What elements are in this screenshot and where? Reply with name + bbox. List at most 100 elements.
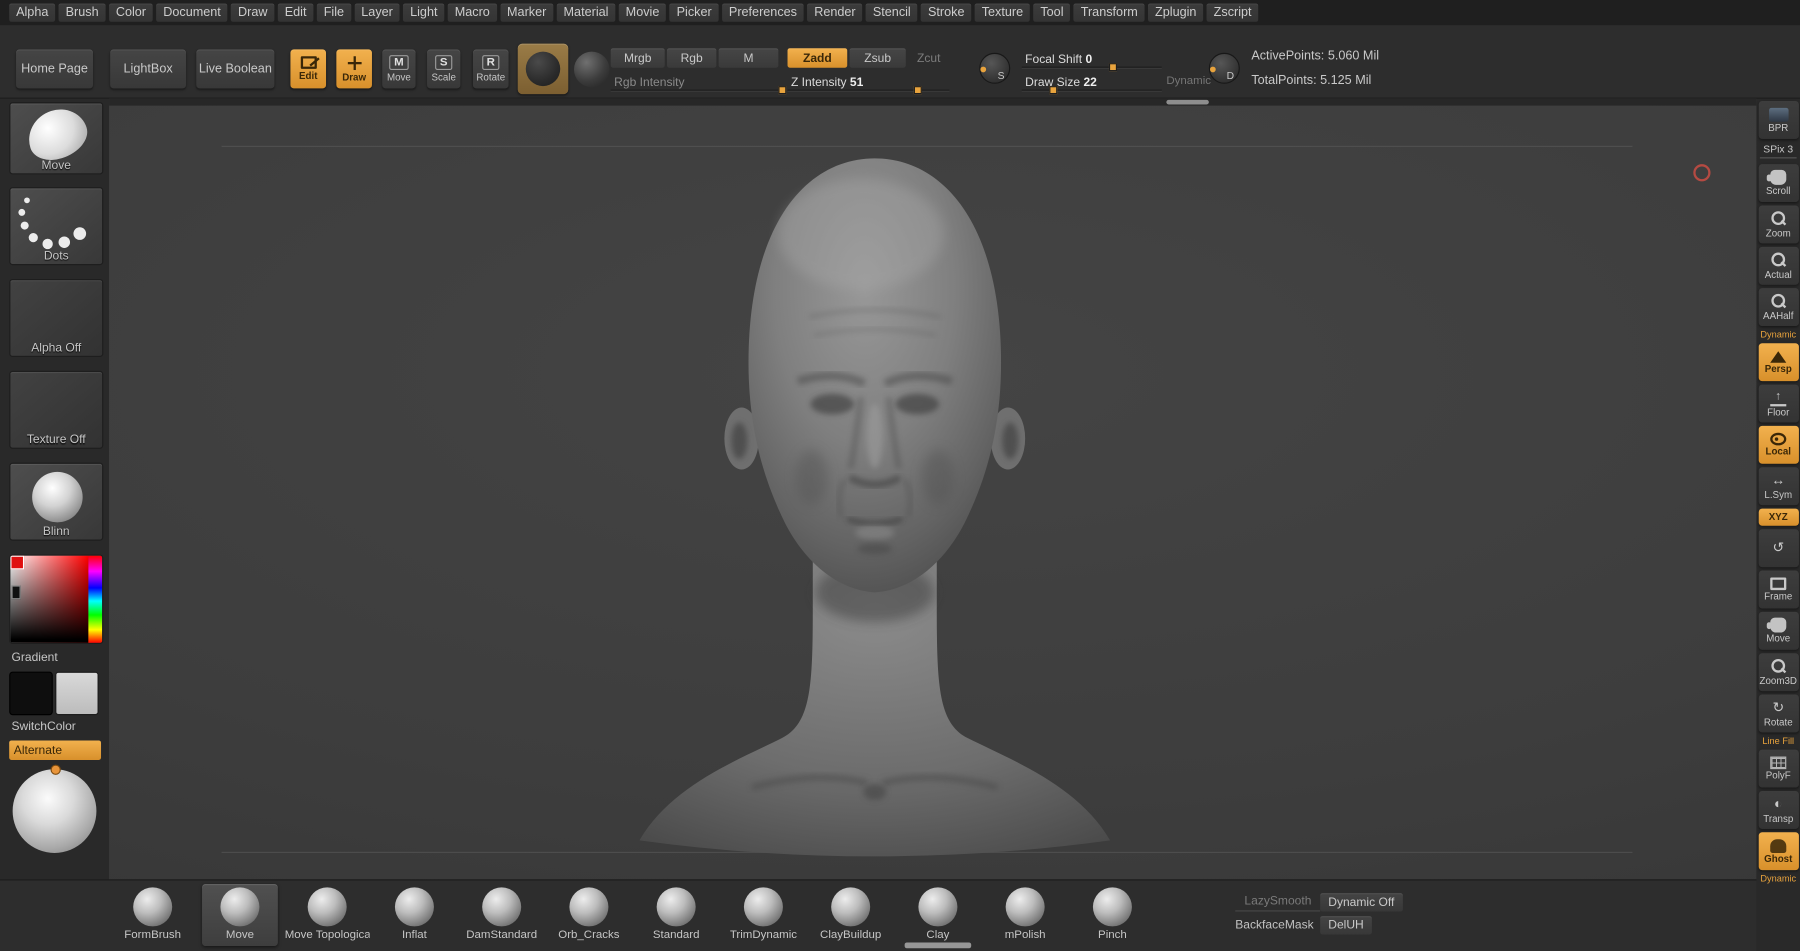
zcut-toggle[interactable]: Zcut <box>908 48 949 68</box>
brush-damstandard[interactable]: DamStandard <box>464 884 540 946</box>
brush-standard[interactable]: Standard <box>638 884 714 946</box>
menu-item-alpha[interactable]: Alpha <box>9 3 56 22</box>
stroke-curve-widget[interactable]: S <box>979 52 1011 84</box>
sculpted-head-model[interactable] <box>109 99 1756 880</box>
brush-selector[interactable]: Move <box>9 102 104 175</box>
right-panel-item-frame[interactable]: Frame <box>1758 570 1799 609</box>
brush-trimdynamic[interactable]: TrimDynamic <box>726 884 802 946</box>
slider-handle[interactable] <box>777 86 786 95</box>
current-brush-preview[interactable] <box>517 43 569 95</box>
alpha-selector[interactable]: Alpha Off <box>9 278 104 358</box>
right-panel-item-transp[interactable]: ◐ Transp <box>1758 790 1799 829</box>
right-panel-item-l-sym[interactable]: ↔ L.Sym <box>1758 467 1799 506</box>
brush-formbrush[interactable]: FormBrush <box>115 884 191 946</box>
menu-item-color[interactable]: Color <box>108 3 153 22</box>
hue-strip[interactable] <box>88 555 103 643</box>
material-preview-sphere[interactable] <box>12 769 97 853</box>
menu-item-stencil[interactable]: Stencil <box>865 3 918 22</box>
zsub-toggle[interactable]: Zsub <box>849 48 906 68</box>
right-panel-item-move[interactable]: Move <box>1758 611 1799 650</box>
brush-move[interactable]: Move <box>202 883 278 946</box>
menu-item-document[interactable]: Document <box>156 3 228 22</box>
current-stroke-sphere-icon[interactable] <box>574 51 610 88</box>
material-light-dot[interactable] <box>50 764 61 775</box>
home-page-button[interactable]: Home Page <box>16 49 93 89</box>
right-panel-item-polyf[interactable]: PolyF <box>1758 749 1799 788</box>
menu-item-zplugin[interactable]: Zplugin <box>1148 3 1204 22</box>
right-panel-item-floor[interactable]: ↑ Floor <box>1758 384 1799 423</box>
menu-item-transform[interactable]: Transform <box>1073 3 1145 22</box>
brush-mpolish[interactable]: mPolish <box>987 884 1063 946</box>
z-intensity-slider[interactable]: Z Intensity 51 <box>787 71 950 95</box>
lazy-smooth-slider[interactable]: LazySmooth <box>1235 894 1321 912</box>
menu-item-file[interactable]: File <box>316 3 351 22</box>
brush-orb-cracks[interactable]: Orb_Cracks <box>551 884 627 946</box>
right-panel-item-zoom[interactable]: Zoom <box>1758 205 1799 244</box>
menu-item-macro[interactable]: Macro <box>447 3 497 22</box>
lightbox-button[interactable]: LightBox <box>110 49 186 89</box>
slider-handle[interactable] <box>1108 63 1117 72</box>
menu-item-tool[interactable]: Tool <box>1033 3 1071 22</box>
primary-color-square[interactable] <box>9 671 53 716</box>
rgb-intensity-slider[interactable]: Rgb Intensity <box>610 71 786 95</box>
menu-item-texture[interactable]: Texture <box>974 3 1031 22</box>
menu-item-layer[interactable]: Layer <box>354 3 400 22</box>
document-canvas[interactable] <box>109 98 1757 880</box>
texture-selector[interactable]: Texture Off <box>9 370 104 449</box>
draw-button[interactable]: Draw <box>336 49 372 89</box>
right-panel-item-actual[interactable]: Actual <box>1758 246 1799 285</box>
right-panel-item-aahalf[interactable]: AAHalf <box>1758 288 1799 327</box>
curve-handle[interactable] <box>1209 66 1216 73</box>
secondary-color-square[interactable] <box>55 671 99 716</box>
focal-shift-slider[interactable]: Focal Shift 0 <box>1021 48 1162 72</box>
right-panel-item-rotate[interactable]: ↻ Rotate <box>1758 694 1799 733</box>
menu-item-render[interactable]: Render <box>807 3 863 22</box>
brush-inflat[interactable]: Inflat <box>377 884 453 946</box>
right-panel-item-spix-3[interactable]: SPix 3 <box>1758 142 1798 160</box>
del-uh-button[interactable]: DelUH <box>1320 916 1372 935</box>
menu-item-material[interactable]: Material <box>556 3 616 22</box>
right-panel-item-persp[interactable]: Persp <box>1758 343 1799 382</box>
right-panel-item-local[interactable]: Local <box>1758 425 1799 464</box>
menu-item-brush[interactable]: Brush <box>58 3 106 22</box>
right-panel-item-xyz[interactable]: XYZ <box>1758 508 1799 526</box>
brush-move-topological[interactable]: Move Topological <box>285 884 370 946</box>
brush-pinch[interactable]: Pinch <box>1075 884 1151 946</box>
zadd-toggle[interactable]: Zadd <box>787 48 848 68</box>
material-selector[interactable]: Blinn <box>9 462 104 541</box>
move-button[interactable]: M Move <box>382 49 416 89</box>
alternate-button[interactable]: Alternate <box>9 740 102 760</box>
scale-button[interactable]: S Scale <box>427 49 461 89</box>
menu-item-movie[interactable]: Movie <box>618 3 667 22</box>
draw-size-slider[interactable]: Draw Size 22 <box>1021 71 1162 95</box>
slider-handle[interactable] <box>913 86 922 95</box>
stroke-selector[interactable]: Dots <box>9 187 104 266</box>
right-panel-item-ghost[interactable]: Ghost <box>1758 832 1799 871</box>
brush-clay[interactable]: Clay <box>900 884 976 946</box>
brush-claybuildup[interactable]: ClayBuildup <box>813 884 889 946</box>
dynamic-off-button[interactable]: Dynamic Off <box>1320 893 1403 912</box>
menu-item-stroke[interactable]: Stroke <box>921 3 972 22</box>
menu-item-marker[interactable]: Marker <box>500 3 554 22</box>
menu-item-draw[interactable]: Draw <box>231 3 275 22</box>
rotate-button[interactable]: R Rotate <box>472 49 509 89</box>
menu-item-picker[interactable]: Picker <box>669 3 719 22</box>
shelf-scrollbar-thumb[interactable] <box>904 942 972 949</box>
menu-item-light[interactable]: Light <box>403 3 445 22</box>
color-picker[interactable] <box>9 554 104 645</box>
slider-handle[interactable] <box>1049 86 1058 95</box>
menu-item-edit[interactable]: Edit <box>277 3 314 22</box>
depth-curve-widget[interactable]: D <box>1208 52 1240 84</box>
mrgb-toggle[interactable]: Mrgb <box>610 48 665 68</box>
rgb-toggle[interactable]: Rgb <box>666 48 717 68</box>
right-panel-item-bpr[interactable]: BPR <box>1758 101 1799 139</box>
right-panel-item-scroll[interactable]: Scroll <box>1758 164 1799 203</box>
right-panel-item-zoom3d[interactable]: Zoom3D <box>1758 653 1799 692</box>
curve-handle[interactable] <box>980 66 987 73</box>
right-panel-item-history[interactable]: ↺ <box>1758 529 1799 568</box>
m-toggle[interactable]: M <box>718 48 779 68</box>
edit-button[interactable]: Edit <box>290 49 327 89</box>
menu-item-preferences[interactable]: Preferences <box>722 3 804 22</box>
menu-item-zscript[interactable]: Zscript <box>1206 3 1259 22</box>
live-boolean-button[interactable]: Live Boolean <box>196 49 275 89</box>
